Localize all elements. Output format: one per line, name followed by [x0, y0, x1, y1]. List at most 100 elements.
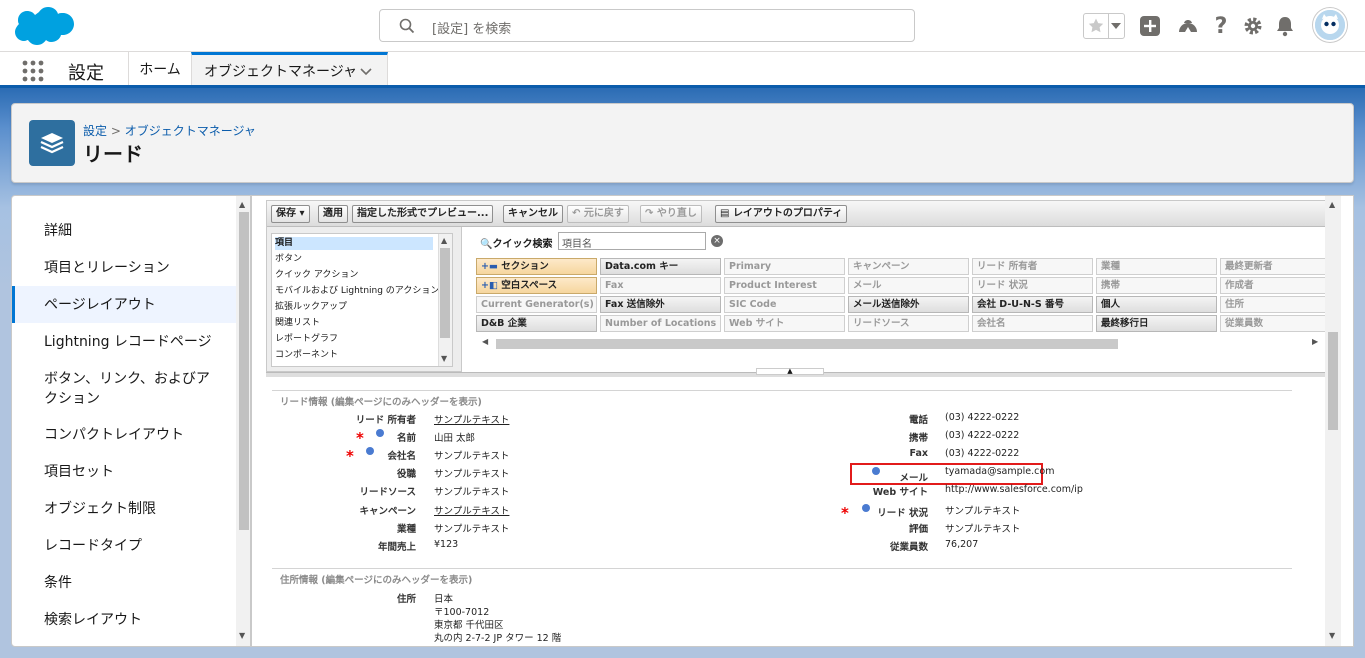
- palette-field-item[interactable]: Number of Locations: [600, 315, 721, 332]
- palette-field-item[interactable]: 最終更新者: [1220, 258, 1341, 275]
- sidebar-item-search-layouts[interactable]: 検索レイアウト: [12, 610, 236, 630]
- palette-field-item[interactable]: キャンペーン: [848, 258, 969, 275]
- field-label-address[interactable]: 住所: [397, 591, 416, 605]
- palette-field-item[interactable]: D&B 企業: [476, 315, 597, 332]
- chevron-down-icon[interactable]: [359, 64, 373, 78]
- field-label[interactable]: メール: [899, 470, 928, 484]
- field-label[interactable]: 従業員数: [890, 539, 928, 553]
- tab-home[interactable]: ホーム: [128, 52, 191, 85]
- undo-button[interactable]: ↶ 元に戻す: [567, 205, 629, 223]
- apply-button[interactable]: 適用: [318, 205, 348, 223]
- palette-list-scroll-thumb[interactable]: [440, 248, 450, 338]
- setup-button[interactable]: [1240, 13, 1266, 39]
- palette-field-item[interactable]: Current Generator(s): [476, 296, 597, 313]
- field-label[interactable]: リード 状況: [877, 505, 928, 519]
- palette-field-item[interactable]: メール送信除外: [848, 296, 969, 313]
- content-scroll-thumb[interactable]: [1328, 332, 1338, 430]
- sidebar-item-compact-layouts[interactable]: コンパクトレイアウト: [12, 425, 236, 445]
- palette-field-item[interactable]: 最終移行日: [1096, 315, 1217, 332]
- field-label[interactable]: 年間売上: [378, 539, 416, 553]
- palette-field-item[interactable]: 従業員数: [1220, 315, 1341, 332]
- redo-button[interactable]: ↷ やり直し: [640, 205, 702, 223]
- field-label[interactable]: 役職: [397, 466, 416, 480]
- sidebar-item-record-types[interactable]: レコードタイプ: [12, 536, 236, 556]
- palette-category-mobile-actions[interactable]: モバイルおよび Lightning のアクション: [275, 285, 439, 298]
- palette-field-item[interactable]: 携帯: [1096, 277, 1217, 294]
- palette-category-fields[interactable]: 項目: [275, 237, 433, 250]
- field-label[interactable]: 評価: [909, 521, 928, 535]
- sidebar-item-field-sets[interactable]: 項目セット: [12, 462, 236, 482]
- palette-field-item[interactable]: +◧ 空白スペース: [476, 277, 597, 294]
- palette-category-quick-actions[interactable]: クイック アクション: [275, 269, 433, 282]
- save-button[interactable]: 保存 ▾: [271, 205, 310, 223]
- tab-object-manager[interactable]: オブジェクトマネージャ: [191, 52, 388, 86]
- palette-category-buttons[interactable]: ボタン: [275, 253, 433, 266]
- palette-field-item[interactable]: リードソース: [848, 315, 969, 332]
- scroll-down-icon[interactable]: ▼: [239, 631, 245, 640]
- sidebar-item-conditions[interactable]: 条件: [12, 573, 236, 593]
- field-label[interactable]: 名前: [397, 430, 416, 444]
- avatar[interactable]: [1313, 8, 1347, 42]
- palette-category-components[interactable]: コンポーネント: [275, 349, 433, 362]
- field-label[interactable]: 電話: [909, 412, 928, 426]
- quick-find-input[interactable]: 項目名: [558, 232, 706, 250]
- section-header-lead-info[interactable]: リード情報 (編集ページにのみヘッダーを表示): [272, 390, 1292, 408]
- field-label[interactable]: 会社名: [387, 448, 416, 462]
- scroll-down-icon[interactable]: ▼: [441, 354, 447, 363]
- scroll-down-icon[interactable]: ▼: [1329, 631, 1335, 640]
- palette-field-item[interactable]: リード 所有者: [972, 258, 1093, 275]
- favorites-button[interactable]: [1083, 13, 1125, 39]
- field-label[interactable]: Fax: [910, 448, 928, 459]
- help-button[interactable]: ?: [1208, 13, 1234, 39]
- palette-field-item[interactable]: 業種: [1096, 258, 1217, 275]
- clear-search-icon[interactable]: ×: [711, 235, 723, 247]
- scroll-left-icon[interactable]: ◀: [482, 337, 488, 346]
- palette-category-related-lists[interactable]: 関連リスト: [275, 317, 433, 330]
- breadcrumb-object-manager[interactable]: オブジェクトマネージャ: [125, 124, 256, 138]
- global-search-input[interactable]: [設定] を検索: [379, 9, 915, 42]
- palette-field-item[interactable]: 住所: [1220, 296, 1341, 313]
- global-actions-button[interactable]: [1137, 13, 1163, 39]
- field-label[interactable]: 業種: [397, 521, 416, 535]
- palette-category-lookups[interactable]: 拡張ルックアップ: [275, 301, 433, 314]
- palette-horizontal-scroll-thumb[interactable]: [496, 339, 1118, 349]
- scroll-right-icon[interactable]: ▶: [1312, 337, 1318, 346]
- trailhead-button[interactable]: [1175, 13, 1201, 39]
- palette-field-item[interactable]: Fax: [600, 277, 721, 294]
- scroll-up-icon[interactable]: ▲: [1329, 200, 1335, 209]
- cancel-button[interactable]: キャンセル: [503, 205, 563, 223]
- palette-category-report-charts[interactable]: レポートグラフ: [275, 333, 433, 346]
- palette-field-item[interactable]: Data.com キー: [600, 258, 721, 275]
- palette-field-item[interactable]: +▬ セクション: [476, 258, 597, 275]
- field-label[interactable]: リードソース: [359, 484, 416, 498]
- field-label[interactable]: Web サイト: [873, 484, 928, 498]
- field-label[interactable]: リード 所有者: [356, 412, 416, 426]
- sidebar-item-object-limits[interactable]: オブジェクト制限: [12, 499, 236, 519]
- sidebar-scroll-thumb[interactable]: [239, 212, 249, 530]
- collapse-palette-handle[interactable]: ▲: [756, 368, 824, 375]
- palette-field-item[interactable]: Product Interest: [724, 277, 845, 294]
- app-launcher-icon[interactable]: [22, 60, 44, 82]
- palette-field-item[interactable]: 個人: [1096, 296, 1217, 313]
- scroll-up-icon[interactable]: ▲: [239, 200, 245, 209]
- breadcrumb-setup[interactable]: 設定: [83, 124, 107, 138]
- palette-field-item[interactable]: SIC Code: [724, 296, 845, 313]
- sidebar-item-details[interactable]: 詳細: [12, 221, 236, 241]
- sidebar-item-buttons-links[interactable]: ボタン、リンク、およびア クション: [12, 369, 236, 409]
- palette-field-item[interactable]: Web サイト: [724, 315, 845, 332]
- palette-field-item[interactable]: 作成者: [1220, 277, 1341, 294]
- salesforce-logo[interactable]: [14, 6, 74, 48]
- preview-as-button[interactable]: 指定した形式でプレビュー...: [352, 205, 494, 223]
- field-label[interactable]: 携帯: [909, 430, 928, 444]
- section-header-address-info[interactable]: 住所情報 (編集ページにのみヘッダーを表示): [272, 568, 1292, 586]
- palette-field-item[interactable]: 会社名: [972, 315, 1093, 332]
- layout-properties-button[interactable]: ▤ レイアウトのプロパティ: [715, 205, 848, 223]
- palette-field-item[interactable]: Primary: [724, 258, 845, 275]
- palette-field-item[interactable]: リード 状況: [972, 277, 1093, 294]
- palette-field-item[interactable]: 会社 D-U-N-S 番号: [972, 296, 1093, 313]
- sidebar-item-fields[interactable]: 項目とリレーション: [12, 258, 236, 278]
- sidebar-item-page-layouts[interactable]: ページレイアウト: [12, 286, 236, 323]
- palette-field-item[interactable]: Fax 送信除外: [600, 296, 721, 313]
- field-label[interactable]: キャンペーン: [359, 503, 416, 517]
- sidebar-item-lightning-pages[interactable]: Lightning レコードページ: [12, 332, 236, 352]
